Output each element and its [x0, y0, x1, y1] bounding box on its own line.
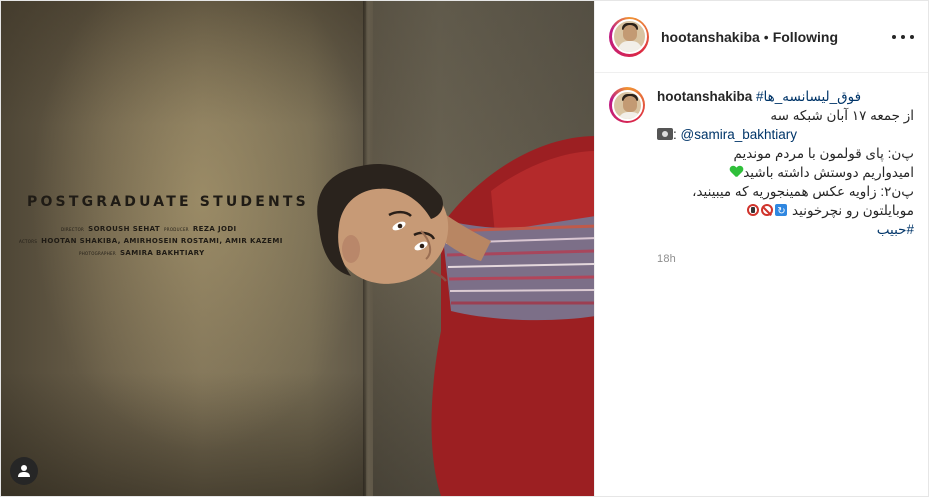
credit-photographer: SAMIRA BAKHTIARY: [119, 249, 205, 257]
more-options-icon[interactable]: [892, 27, 914, 47]
prohibited-emoji-icon: [761, 204, 774, 216]
header-username[interactable]: hootanshakiba: [661, 29, 760, 45]
caption: hootanshakiba #فوق_لیسانسه_ها از جمعه ۱۷…: [595, 73, 928, 239]
repeat-emoji-icon: [775, 202, 788, 221]
following-button[interactable]: Following: [773, 29, 838, 45]
post-header: hootanshakiba • Following: [595, 1, 928, 73]
user-tag-icon[interactable]: [10, 457, 38, 485]
separator-dot: •: [763, 28, 769, 45]
caption-avatar[interactable]: [609, 87, 645, 123]
post-modal: POSTGRADUATE STUDENTS DIRECTOR SOROUSH S…: [0, 0, 929, 497]
mention-link[interactable]: @samira_bakhtiary: [681, 127, 798, 142]
credit-actors-label: ACTORS: [19, 239, 38, 244]
ear: [342, 235, 360, 263]
post-sidebar: hootanshakiba • Following hootanshakiba …: [594, 1, 928, 496]
poster-credits: DIRECTOR SOROUSH SEHAT PRODUCER REZA JOD…: [19, 225, 299, 261]
poster-title: POSTGRADUATE STUDENTS: [27, 194, 309, 210]
camera-emoji-icon: [657, 128, 673, 140]
avatar-image: [611, 19, 647, 54]
credit-line-actors: ACTORS HOOTAN SHAKIBA, AMIRHOSEIN ROSTAM…: [19, 237, 299, 245]
credit-actors: HOOTAN SHAKIBA, AMIRHOSEIN ROSTAMI, AMIR…: [41, 237, 283, 245]
credit-director-label: DIRECTOR: [61, 227, 85, 232]
caption-line-7-text: موبایلتون رو نچرخونید: [792, 203, 914, 218]
green-heart-icon: [730, 166, 743, 178]
caption-line-5-text: امیدواریم دوستش داشته باشید: [743, 165, 914, 180]
caption-line-7: موبایلتون رو نچرخونید: [657, 201, 914, 221]
caption-line-1: hootanshakiba #فوق_لیسانسه_ها: [657, 87, 914, 106]
caption-line-5: امیدواریم دوستش داشته باشید: [657, 163, 914, 182]
caption-line-8: #حبیب: [657, 220, 914, 239]
caption-username[interactable]: hootanshakiba: [657, 89, 752, 104]
hashtag-link[interactable]: #فوق_لیسانسه_ها: [756, 89, 861, 104]
caption-line-6: پ‌ن۲: زاویه عکس همینجوریه که میبینید،: [692, 184, 914, 199]
actor-illustration: [317, 136, 594, 496]
caption-text: hootanshakiba #فوق_لیسانسه_ها از جمعه ۱۷…: [657, 87, 914, 239]
credit-line-photographer: PHOTOGRAPHER SAMIRA BAKHTIARY: [19, 249, 299, 257]
caption-line-2: از جمعه ۱۷ آبان شبکه سه: [770, 108, 914, 123]
avatar[interactable]: [609, 16, 649, 57]
caption-avatar-image: [611, 89, 643, 121]
credit-producer-label: PRODUCER: [164, 227, 189, 232]
credit-photographer-label: PHOTOGRAPHER: [79, 251, 116, 256]
camera-prefix: :: [673, 127, 677, 142]
credit-director: SOROUSH SEHAT: [88, 225, 161, 233]
caption-line-4: پ‌ن: پای قولمون با مردم موندیم: [733, 146, 914, 161]
post-image[interactable]: POSTGRADUATE STUDENTS DIRECTOR SOROUSH S…: [1, 1, 594, 496]
caption-line-3: : @samira_bakhtiary: [657, 125, 914, 144]
hashtag-link-2[interactable]: #حبیب: [877, 222, 914, 237]
credit-line-director: DIRECTOR SOROUSH SEHAT PRODUCER REZA JOD…: [19, 225, 299, 233]
post-timestamp[interactable]: 18h: [657, 253, 928, 265]
credit-producer: REZA JODI: [192, 225, 237, 233]
no-phone-emoji-icon: [747, 204, 760, 216]
person-icon: [18, 465, 30, 477]
